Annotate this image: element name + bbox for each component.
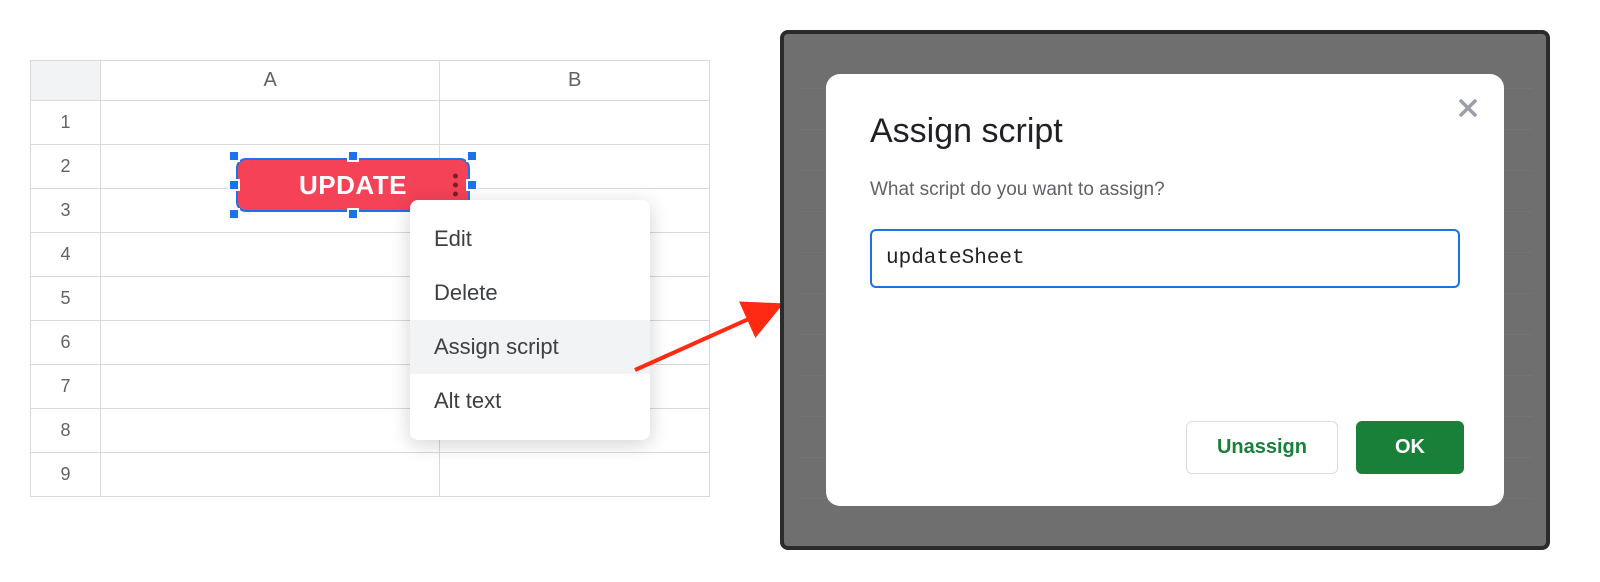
cell[interactable] bbox=[100, 233, 439, 277]
resize-handle[interactable] bbox=[228, 179, 240, 191]
row-header[interactable]: 5 bbox=[31, 277, 101, 321]
dialog-title: Assign script bbox=[870, 112, 1460, 151]
context-menu-alt-text[interactable]: Alt text bbox=[410, 374, 650, 428]
resize-handle[interactable] bbox=[347, 150, 359, 162]
resize-handle[interactable] bbox=[228, 208, 240, 220]
row-header[interactable]: 9 bbox=[31, 453, 101, 497]
context-menu-assign-script[interactable]: Assign script bbox=[410, 320, 650, 374]
resize-handle[interactable] bbox=[347, 208, 359, 220]
cell[interactable] bbox=[100, 365, 439, 409]
column-header-A[interactable]: A bbox=[100, 61, 439, 101]
resize-handle[interactable] bbox=[466, 150, 478, 162]
row-header[interactable]: 7 bbox=[31, 365, 101, 409]
ok-button[interactable]: OK bbox=[1356, 421, 1464, 474]
close-icon[interactable] bbox=[1454, 94, 1482, 122]
context-menu-delete[interactable]: Delete bbox=[410, 266, 650, 320]
table-row: 1 bbox=[31, 101, 710, 145]
column-header-B[interactable]: B bbox=[440, 61, 710, 101]
drawing-context-menu: Edit Delete Assign script Alt text bbox=[410, 200, 650, 440]
cell[interactable] bbox=[100, 409, 439, 453]
row-header[interactable]: 3 bbox=[31, 189, 101, 233]
cell[interactable] bbox=[440, 101, 710, 145]
annotation-arrow-icon bbox=[630, 290, 800, 380]
row-header[interactable]: 6 bbox=[31, 321, 101, 365]
cell[interactable] bbox=[100, 453, 439, 497]
context-menu-edit[interactable]: Edit bbox=[410, 212, 650, 266]
table-row: 9 bbox=[31, 453, 710, 497]
row-header[interactable]: 4 bbox=[31, 233, 101, 277]
script-name-input[interactable] bbox=[870, 229, 1460, 288]
row-header[interactable]: 2 bbox=[31, 145, 101, 189]
cell[interactable] bbox=[100, 321, 439, 365]
row-header[interactable]: 1 bbox=[31, 101, 101, 145]
row-header[interactable]: 8 bbox=[31, 409, 101, 453]
dialog-prompt: What script do you want to assign? bbox=[870, 179, 1460, 201]
resize-handle[interactable] bbox=[228, 150, 240, 162]
drawing-options-icon[interactable] bbox=[453, 174, 458, 197]
drawing-label: UPDATE bbox=[299, 170, 407, 201]
cell[interactable] bbox=[100, 101, 439, 145]
cell[interactable] bbox=[100, 277, 439, 321]
sheet-corner-cell[interactable] bbox=[31, 61, 101, 101]
cell[interactable] bbox=[440, 453, 710, 497]
assign-script-dialog: Assign script What script do you want to… bbox=[826, 74, 1504, 506]
unassign-button[interactable]: Unassign bbox=[1186, 421, 1338, 474]
resize-handle[interactable] bbox=[466, 179, 478, 191]
assign-script-modal-preview: Assign script What script do you want to… bbox=[780, 30, 1550, 550]
cell[interactable] bbox=[440, 145, 710, 189]
